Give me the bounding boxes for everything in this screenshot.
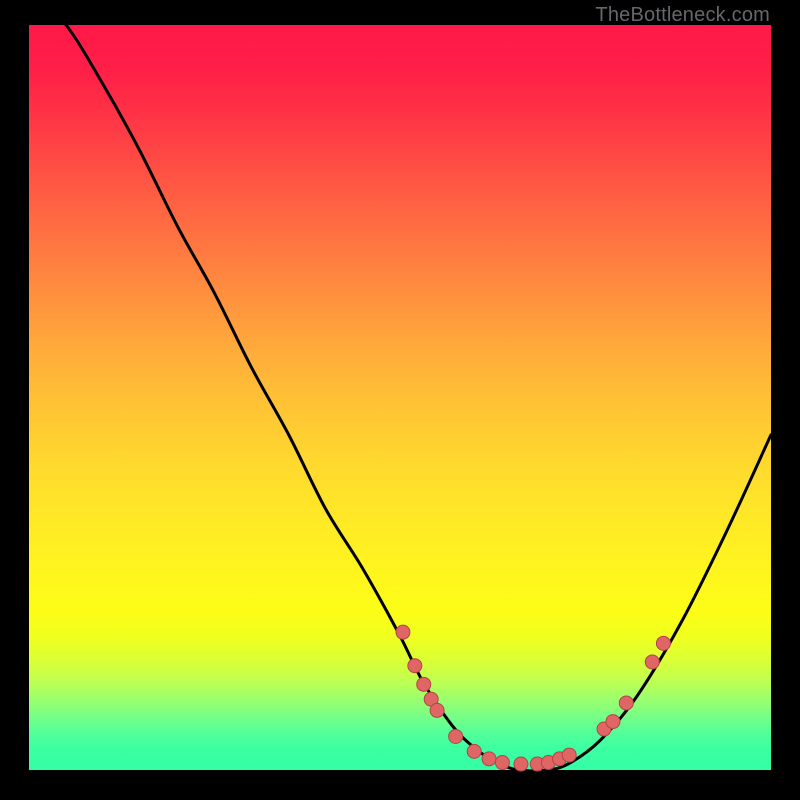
data-point — [417, 677, 431, 691]
chart-frame — [29, 25, 771, 770]
bottleneck-curve — [29, 0, 771, 771]
data-point — [449, 729, 463, 743]
data-point — [606, 715, 620, 729]
data-point — [562, 748, 576, 762]
data-point — [482, 752, 496, 766]
data-point — [430, 703, 444, 717]
data-point — [408, 659, 422, 673]
data-point — [645, 655, 659, 669]
data-point — [656, 636, 670, 650]
data-point — [467, 744, 481, 758]
chart-overlay — [29, 25, 771, 770]
data-point — [619, 696, 633, 710]
data-point — [495, 756, 509, 770]
watermark-text: TheBottleneck.com — [595, 4, 770, 27]
data-points-group — [396, 625, 670, 771]
data-point — [514, 757, 528, 771]
data-point — [396, 625, 410, 639]
